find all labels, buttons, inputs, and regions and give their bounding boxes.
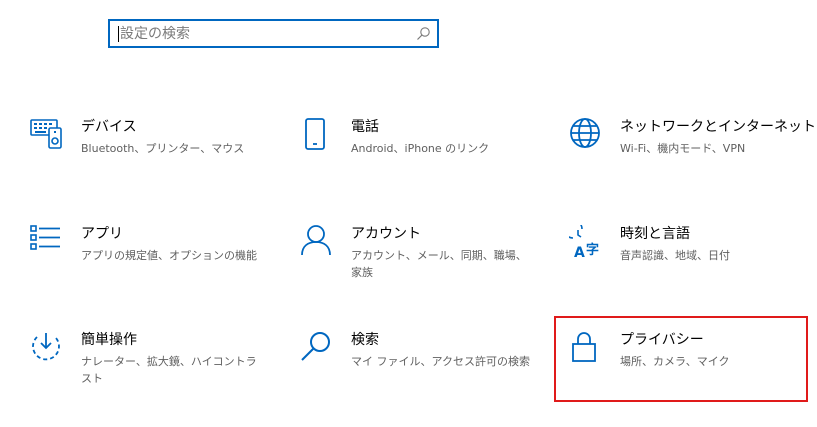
tile-accounts[interactable]: アカウント アカウント、メール、同期、職場、家族 [300, 225, 550, 305]
ease-of-access-icon [32, 333, 60, 361]
tile-ease-of-access[interactable]: 簡単操作 ナレーター、拡大鏡、ハイコントラスト [30, 331, 280, 411]
app-list-icon [30, 225, 60, 250]
tile-title: 簡単操作 [81, 332, 137, 348]
tile-description: Android、iPhone のリンク [351, 142, 490, 155]
svg-text:A: A [574, 245, 585, 261]
search-input[interactable] [120, 24, 410, 44]
tile-title: 検索 [351, 332, 379, 348]
tile-description: アカウント、メール、同期、職場、家族 [351, 249, 527, 279]
time-language-icon: A 字 [569, 225, 599, 261]
tile-description: Wi-Fi、機内モード、VPN [620, 142, 746, 155]
tile-title: 電話 [351, 119, 379, 135]
tile-description: アプリの規定値、オプションの機能 [81, 249, 257, 262]
tile-phone[interactable]: 電話 Android、iPhone のリンク [300, 118, 550, 198]
tile-apps[interactable]: アプリ アプリの規定値、オプションの機能 [30, 225, 280, 305]
tile-title: アプリ [81, 226, 123, 242]
person-icon [301, 225, 331, 256]
tile-search[interactable]: 検索 マイ ファイル、アクセス許可の検索 [300, 331, 550, 411]
settings-search-box[interactable] [108, 19, 439, 48]
tile-description: マイ ファイル、アクセス許可の検索 [351, 355, 530, 368]
globe-icon [570, 118, 600, 148]
search-magnifier-icon [301, 332, 330, 361]
tile-time-language[interactable]: A 字 時刻と言語 音声認識、地域、日付 [569, 225, 817, 305]
phone-icon [305, 118, 325, 150]
tile-description: ナレーター、拡大鏡、ハイコントラスト [81, 355, 257, 385]
tile-title: 時刻と言語 [620, 226, 690, 242]
keyboard-speaker-icon [30, 119, 62, 149]
tile-title: ネットワークとインターネット [620, 119, 816, 135]
text-caret [118, 26, 119, 42]
tile-description: Bluetooth、プリンター、マウス [81, 142, 245, 155]
svg-text:字: 字 [586, 242, 599, 258]
tile-title: デバイス [81, 119, 137, 135]
tile-title: アカウント [351, 226, 421, 242]
tile-devices[interactable]: デバイス Bluetooth、プリンター、マウス [30, 118, 280, 198]
privacy-highlight-frame [554, 316, 808, 402]
tile-network-internet[interactable]: ネットワークとインターネット Wi-Fi、機内モード、VPN [569, 118, 817, 198]
search-icon[interactable] [415, 26, 431, 42]
tile-description: 音声認識、地域、日付 [620, 249, 730, 262]
